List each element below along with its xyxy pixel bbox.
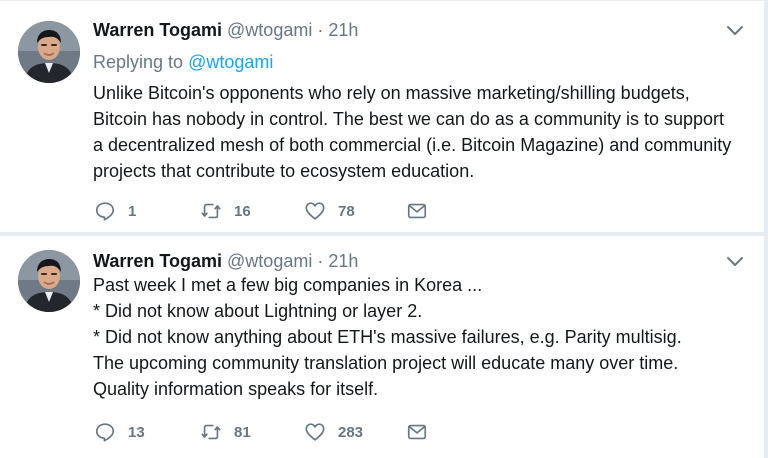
like-count: 78 (338, 202, 355, 220)
like-count: 283 (338, 423, 364, 441)
timeline-feed: Warren Togami @wtogami · 21h Replying to… (0, 0, 768, 458)
avatar[interactable] (18, 250, 80, 312)
chevron-down-icon[interactable] (726, 25, 744, 37)
avatar-photo-icon (18, 250, 80, 312)
reply-button[interactable]: 13 (94, 420, 145, 444)
tweet-text: Past week I met a few big companies in K… (93, 272, 753, 402)
separator-dot: · (317, 20, 324, 40)
tweet-text-line: a decentralized mesh of both commercial … (93, 135, 732, 155)
like-button[interactable]: 78 (304, 199, 355, 223)
tweet-text-line: The upcoming community translation proje… (93, 353, 679, 373)
tweet-card[interactable]: Warren Togami @wtogami · 21h Past week I… (0, 236, 765, 458)
reply-icon (95, 423, 115, 442)
reply-count: 1 (128, 202, 137, 220)
tweet-card[interactable]: Warren Togami @wtogami · 21h Replying to… (0, 0, 765, 232)
direct-message-button[interactable] (406, 420, 440, 444)
tweet-text-line: * Did not know anything about ETH's mass… (93, 327, 682, 347)
tweet-text: Unlike Bitcoin's opponents who rely on m… (93, 80, 753, 184)
replying-to-line: Replying to @wtogami (93, 52, 273, 73)
tweet-text-line: Unlike Bitcoin's opponents who rely on m… (93, 83, 690, 103)
retweet-icon (201, 203, 221, 219)
reply-button[interactable]: 1 (94, 199, 136, 223)
tweet-text-line: Bitcoin has nobody in control. The best … (93, 109, 725, 129)
retweet-count: 16 (234, 202, 251, 220)
avatar[interactable] (18, 21, 80, 83)
tweet-header: Warren Togami @wtogami · 21h (93, 250, 358, 272)
author-name[interactable]: Warren Togami (93, 20, 222, 40)
replying-to-mention[interactable]: @wtogami (188, 52, 273, 72)
timestamp[interactable]: 21h (328, 251, 358, 271)
like-button[interactable]: 283 (304, 420, 363, 444)
author-handle[interactable]: @wtogami (227, 20, 312, 40)
chevron-down-icon[interactable] (726, 256, 744, 268)
timestamp[interactable]: 21h (328, 20, 358, 40)
envelope-icon (407, 203, 427, 219)
tweet-text-line: Quality information speaks for itself. (93, 379, 379, 399)
retweet-icon (201, 424, 221, 440)
heart-icon (305, 202, 325, 220)
tweet-text-line: projects that contribute to ecosystem ed… (93, 161, 475, 181)
reply-count: 13 (128, 423, 145, 441)
author-name[interactable]: Warren Togami (93, 251, 222, 271)
avatar-photo-icon (18, 21, 80, 83)
retweet-button[interactable]: 16 (200, 199, 251, 223)
replying-to-label: Replying to (93, 52, 189, 72)
reply-icon (95, 202, 115, 221)
heart-icon (305, 423, 325, 441)
envelope-icon (407, 424, 427, 440)
author-handle[interactable]: @wtogami (227, 251, 312, 271)
separator-dot: · (317, 251, 324, 271)
direct-message-button[interactable] (406, 199, 440, 223)
tweet-text-line: Past week I met a few big companies in K… (93, 275, 483, 295)
retweet-count: 81 (234, 423, 251, 441)
retweet-button[interactable]: 81 (200, 420, 251, 444)
tweet-header: Warren Togami @wtogami · 21h (93, 19, 358, 41)
tweet-text-line: * Did not know about Lightning or layer … (93, 301, 423, 321)
